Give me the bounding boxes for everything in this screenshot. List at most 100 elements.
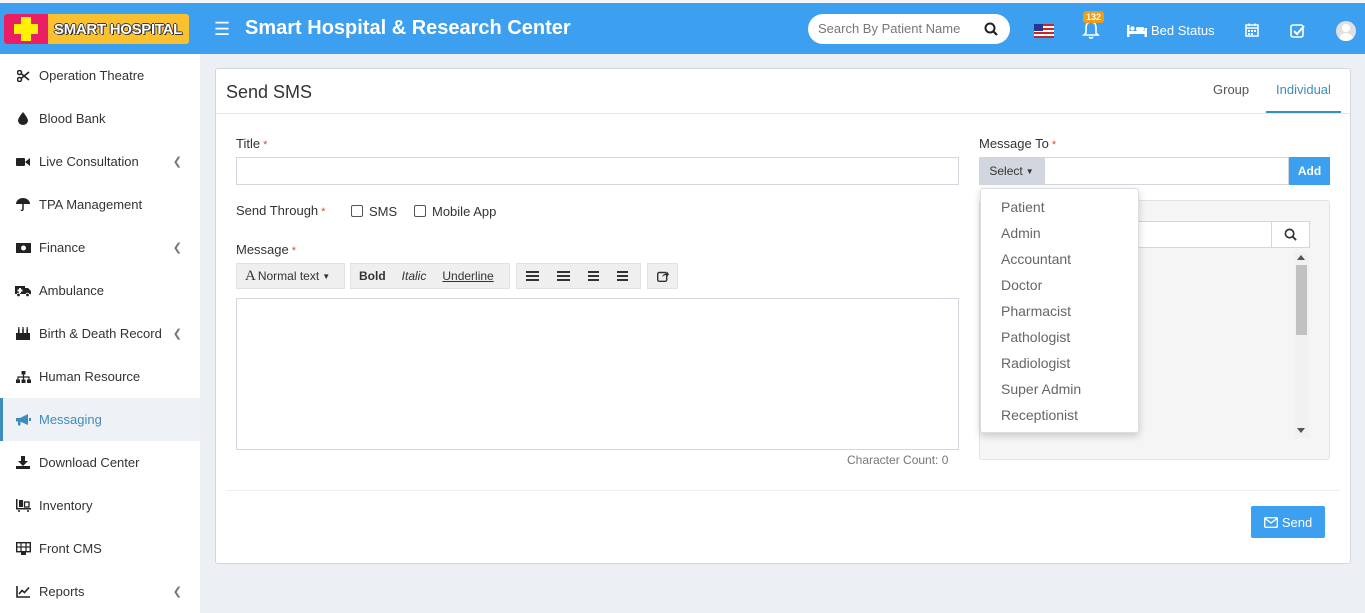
chevron-left-icon: ❮ <box>172 328 182 340</box>
message-label: Message * <box>236 242 296 257</box>
outdent-icon[interactable] <box>588 270 599 282</box>
sitemap-icon <box>15 369 31 385</box>
required-marker: * <box>321 206 326 218</box>
download-icon <box>15 455 31 471</box>
chevron-left-icon: ❮ <box>172 156 182 168</box>
scroll-down-arrow[interactable] <box>1297 428 1305 433</box>
money-icon <box>15 240 31 256</box>
menu-toggle-icon[interactable]: ☰ <box>214 19 230 40</box>
dropdown-option-doctor[interactable]: Doctor <box>981 272 1138 298</box>
sms-checkbox[interactable] <box>351 205 363 217</box>
message-textarea[interactable] <box>236 298 959 450</box>
send-button[interactable]: Send <box>1251 506 1325 538</box>
sidebar-item-reports[interactable]: Reports ❮ <box>0 570 200 613</box>
task-check-icon[interactable] <box>1290 23 1305 38</box>
source-button[interactable] <box>647 263 678 289</box>
dropdown-option-pathologist[interactable]: Pathologist <box>981 324 1138 350</box>
sidebar-item-label: Birth & Death Record <box>39 326 162 341</box>
dropdown-option-admin[interactable]: Admin <box>981 220 1138 246</box>
sidebar-item-human-resource[interactable]: Human Resource <box>0 355 200 398</box>
text-style-dropdown[interactable]: A Normal text ▼ <box>236 263 345 289</box>
patient-search <box>808 14 1010 44</box>
sidebar-item-operation-theatre[interactable]: Operation Theatre <box>0 54 200 97</box>
bell-icon[interactable] <box>1082 20 1100 40</box>
sidebar-item-finance[interactable]: Finance ❮ <box>0 226 200 269</box>
tab-individual[interactable]: Individual <box>1266 69 1341 113</box>
bed-status-button[interactable]: Bed Status <box>1127 23 1215 38</box>
sidebar-item-label: Live Consultation <box>39 154 139 169</box>
sidebar-item-tpa-management[interactable]: TPA Management <box>0 183 200 226</box>
dropdown-option-patient[interactable]: Patient <box>981 194 1138 220</box>
recipient-input[interactable] <box>1044 157 1289 185</box>
mobile-app-checkbox-option[interactable]: Mobile App <box>414 204 496 219</box>
mobile-app-checkbox-label: Mobile App <box>432 204 497 219</box>
text-format-group: Bold Italic Underline <box>350 263 510 289</box>
sidebar-item-blood-bank[interactable]: Blood Bank <box>0 97 200 140</box>
medical-cross-icon <box>4 14 48 44</box>
bold-button[interactable]: Bold <box>351 264 394 288</box>
sidebar-item-label: TPA Management <box>39 197 143 212</box>
recipient-search[interactable] <box>1130 221 1310 248</box>
font-icon: A <box>245 267 256 284</box>
recipient-type-dropdown-menu: Patient Admin Accountant Doctor Pharmaci… <box>980 188 1139 433</box>
sidebar-item-ambulance[interactable]: Ambulance <box>0 269 200 312</box>
us-flag-icon[interactable] <box>1034 24 1054 38</box>
indent-icon[interactable] <box>617 270 628 282</box>
caret-down-icon: ▼ <box>1025 166 1034 176</box>
required-marker: * <box>291 245 297 257</box>
sidebar-item-messaging[interactable]: Messaging <box>0 398 200 441</box>
dropdown-option-super-admin[interactable]: Super Admin <box>981 376 1138 402</box>
chevron-left-icon: ❮ <box>172 242 182 254</box>
cms-icon <box>15 541 31 557</box>
page-title: Send SMS <box>226 82 313 102</box>
dropdown-option-receptionist[interactable]: Receptionist <box>981 402 1138 428</box>
sidebar-item-live-consultation[interactable]: Live Consultation ❮ <box>0 140 200 183</box>
underline-button[interactable]: Underline <box>434 264 501 288</box>
envelope-icon <box>1263 516 1278 528</box>
sidebar-item-label: Reports <box>39 584 85 599</box>
sidebar-item-label: Blood Bank <box>39 111 106 126</box>
add-recipient-button[interactable]: Add <box>1289 157 1330 185</box>
recipient-type-select[interactable]: Select ▼ <box>979 157 1044 185</box>
sidebar-item-birth-death-record[interactable]: Birth & Death Record ❮ <box>0 312 200 355</box>
scroll-up-arrow[interactable] <box>1297 255 1305 260</box>
scroll-thumb[interactable] <box>1296 265 1307 335</box>
dropdown-option-pharmacist[interactable]: Pharmacist <box>981 298 1138 324</box>
search-icon <box>1284 228 1297 241</box>
title-input[interactable] <box>236 157 959 185</box>
search-icon[interactable] <box>984 22 998 36</box>
required-marker: * <box>263 139 268 151</box>
sidebar-item-label: Finance <box>39 240 86 255</box>
sidebar-item-label: Operation Theatre <box>39 68 145 83</box>
video-icon <box>15 154 31 170</box>
dropdown-option-radiologist[interactable]: Radiologist <box>981 350 1138 376</box>
logo-text: SMART HOSPITAL <box>54 20 183 38</box>
italic-button[interactable]: Italic <box>394 264 435 288</box>
recipient-list-scrollbar[interactable] <box>1294 252 1309 438</box>
chevron-left-icon: ❮ <box>172 586 182 598</box>
title-label-text: Title <box>236 136 261 151</box>
calendar-icon[interactable] <box>1245 23 1259 37</box>
sidebar-item-download-center[interactable]: Download Center <box>0 441 200 484</box>
tint-icon <box>15 111 31 127</box>
ordered-list-icon[interactable] <box>557 270 570 282</box>
logo[interactable]: SMART HOSPITAL <box>4 14 189 44</box>
dropdown-option-accountant[interactable]: Accountant <box>981 246 1138 272</box>
unordered-list-icon[interactable] <box>526 270 539 282</box>
sms-checkbox-option[interactable]: SMS <box>351 204 397 219</box>
sidebar-item-front-cms[interactable]: Front CMS <box>0 527 200 570</box>
message-label-text: Message <box>236 242 289 257</box>
top-navbar: SMART HOSPITAL ☰ Smart Hospital & Resear… <box>0 0 1365 54</box>
ambulance-icon <box>15 283 31 299</box>
patient-search-input[interactable] <box>818 21 978 36</box>
tab-group[interactable]: Group <box>1203 69 1259 113</box>
sidebar: Operation Theatre Blood Bank Live Consul… <box>0 54 200 613</box>
notification-badge: 132 <box>1083 11 1105 23</box>
mobile-app-checkbox[interactable] <box>414 205 426 217</box>
panel-header: Send SMS Group Individual <box>216 69 1350 114</box>
user-avatar[interactable] <box>1336 21 1356 41</box>
recipient-search-button[interactable] <box>1271 222 1309 247</box>
sidebar-item-label: Human Resource <box>39 369 141 384</box>
sidebar-item-inventory[interactable]: Inventory <box>0 484 200 527</box>
inventory-icon <box>15 498 31 514</box>
